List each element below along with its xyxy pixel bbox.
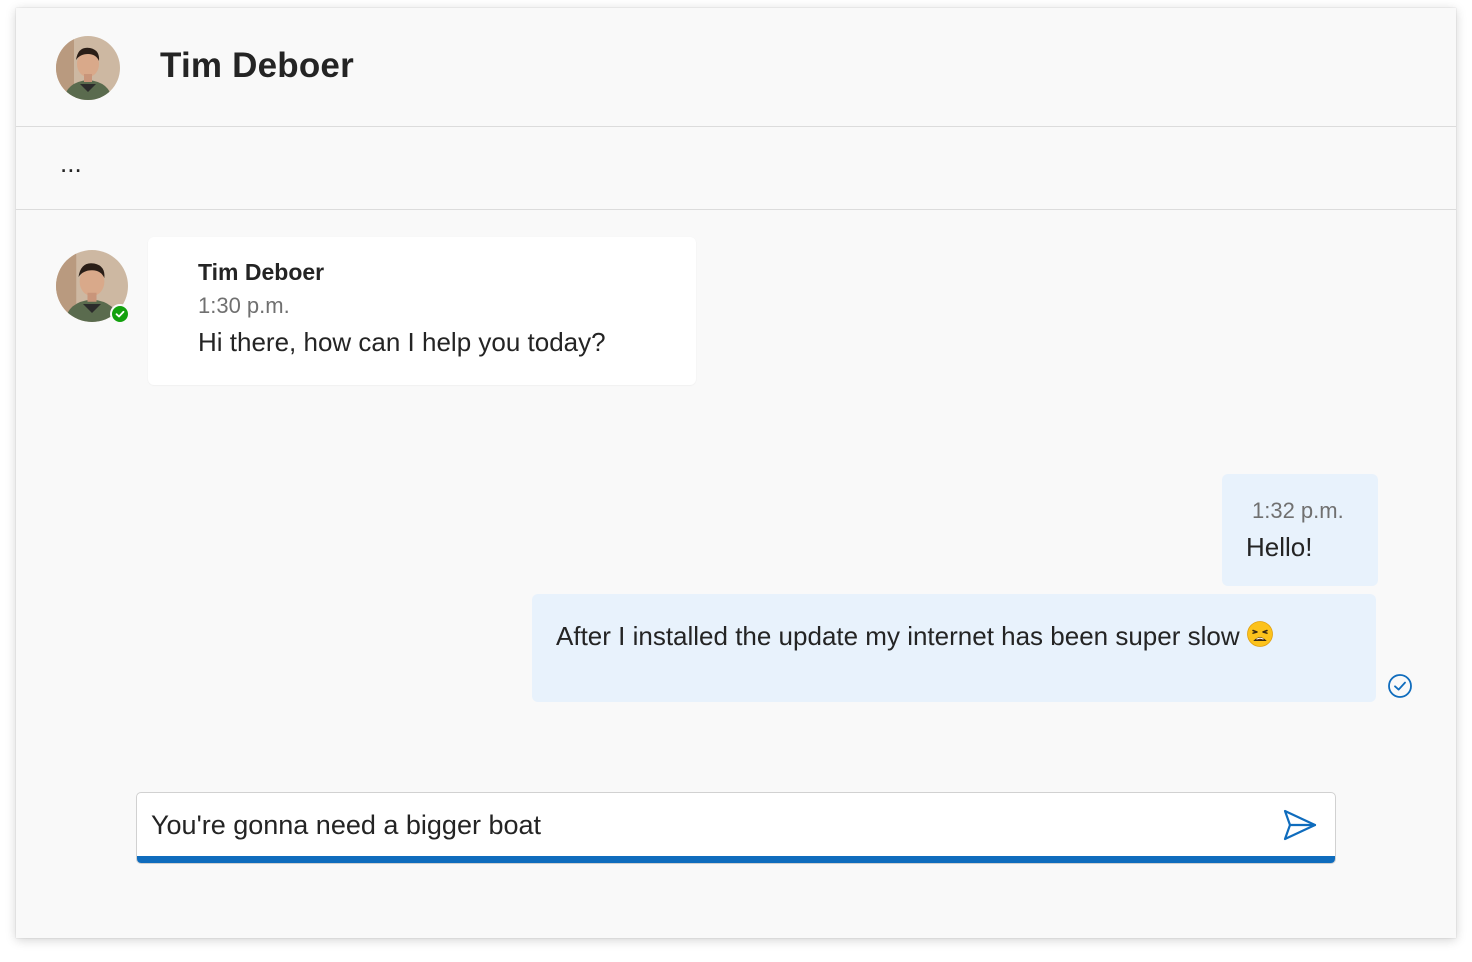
contact-name: Tim Deboer: [160, 46, 354, 85]
chat-header: Tim Deboer: [16, 8, 1456, 127]
send-button[interactable]: [1281, 807, 1321, 845]
outgoing-message-bubble[interactable]: After I installed the update my internet…: [532, 594, 1376, 702]
chat-window: Tim Deboer ... Tim Deboer 1:30 p.m. Hi t…: [16, 8, 1456, 938]
sender-avatar[interactable]: [56, 250, 130, 324]
contact-avatar[interactable]: [56, 36, 120, 100]
more-options-button[interactable]: ...: [60, 149, 100, 185]
message-sender-name: Tim Deboer: [198, 259, 325, 285]
message-input[interactable]: [151, 807, 1261, 843]
outgoing-message-bubble[interactable]: 1:32 p.m. Hello!: [1222, 474, 1378, 586]
incoming-message-bubble[interactable]: Tim Deboer 1:30 p.m. Hi there, how can I…: [148, 237, 696, 385]
message-timestamp: 1:30 p.m.: [198, 293, 290, 318]
message-composer: [136, 792, 1336, 864]
presence-available-badge: [110, 304, 130, 324]
person-avatar-icon: [56, 36, 120, 100]
message-text: Hi there, how can I help you today?: [198, 327, 606, 357]
message-text-row: After I installed the update my internet…: [556, 620, 1274, 655]
message-text: Hello!: [1246, 532, 1313, 562]
input-focus-underline: [137, 856, 1335, 863]
chat-toolbar: ...: [16, 127, 1456, 210]
read-receipt-icon: [1387, 673, 1413, 699]
send-icon: [1283, 809, 1317, 841]
checkmark-icon: [115, 310, 125, 318]
weary-face-icon: [1246, 620, 1274, 655]
message-timestamp: 1:32 p.m.: [1252, 498, 1344, 523]
message-text: After I installed the update my internet…: [556, 621, 1240, 651]
